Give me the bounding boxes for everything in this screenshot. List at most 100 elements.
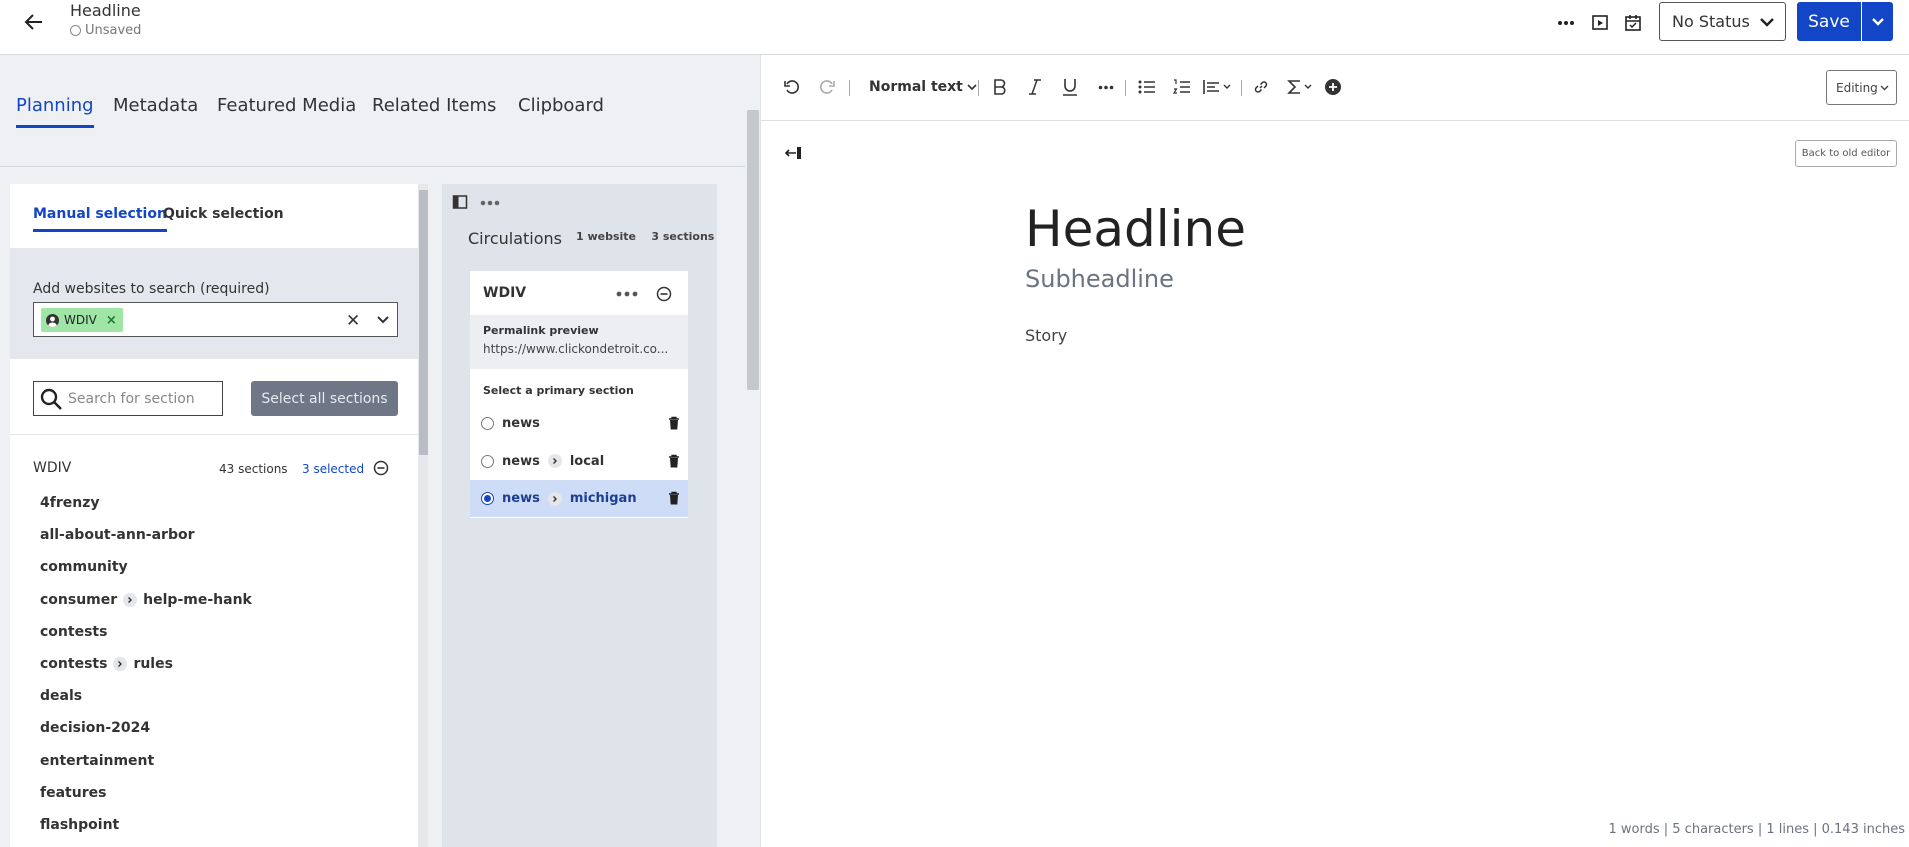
circulation-more-button[interactable] [616,291,638,297]
section-segment: community [40,559,128,576]
more-icon [616,291,638,297]
toolbar-separator [1125,80,1126,96]
section-segment: contests [40,656,108,672]
preview-button[interactable] [1588,12,1612,34]
workflow-status-select[interactable]: No Status [1659,2,1786,41]
circulations-panel: Circulations 1 website 3 sections WDIV P… [442,184,717,847]
subheadline-field[interactable]: Subheadline [1025,265,1174,293]
permalink-url: https://www.clickondetroit.co... [483,342,669,356]
sidebar-toggle-button[interactable] [452,194,468,210]
chevron-right-icon [547,454,562,468]
clear-websites-icon[interactable]: ✕ [346,311,360,331]
section-list-item[interactable]: 4frenzy [40,495,99,511]
align-button[interactable] [1201,75,1233,99]
calendar-icon [1625,15,1641,31]
chevron-down-icon [1223,84,1231,89]
insert-block-button[interactable] [1321,75,1345,99]
back-to-old-editor-button[interactable]: Back to old editor [1795,140,1897,167]
website-dropdown-toggle[interactable] [376,315,390,324]
primary-section-radio[interactable] [481,417,494,430]
more-icon [480,200,500,206]
text-style-select[interactable]: Normal text [869,75,977,99]
section-list-item[interactable]: deals [40,688,82,704]
chevron-down-icon [1880,85,1889,91]
editing-mode-value: Editing [1836,80,1878,95]
more-options-button[interactable] [1554,12,1578,34]
remove-circulation-button[interactable] [656,286,672,302]
collapse-group-button[interactable] [373,460,389,476]
trash-icon[interactable] [668,454,680,468]
divider [10,434,426,435]
tab-quick-selection[interactable]: Quick selection [163,206,284,222]
user-icon [46,313,59,327]
tab-featured-media[interactable]: Featured Media [217,95,356,116]
section-list-item[interactable]: contests rules [40,656,173,672]
schedule-button[interactable] [1621,12,1645,34]
tab-metadata[interactable]: Metadata [113,95,198,116]
section-list-item[interactable]: flashpoint [40,817,119,833]
website-input[interactable]: WDIV × ✕ [33,302,398,337]
underline-button[interactable] [1059,75,1081,99]
more-icon [1558,21,1574,25]
select-all-sections-button[interactable]: Select all sections [251,381,398,416]
section-segment: deals [40,688,83,705]
undo-button[interactable] [781,75,803,99]
bold-button[interactable] [989,75,1011,99]
headline-field[interactable]: Headline [1025,200,1246,258]
primary-section-row[interactable]: news local [470,443,688,480]
toolbar-separator [1241,80,1242,96]
save-options-button[interactable] [1862,2,1893,41]
section-segment: features [40,784,107,801]
section-list-item[interactable]: community [40,559,128,575]
preview-icon [1592,15,1608,30]
remove-chip-icon[interactable]: × [106,313,117,328]
minus-circle-icon [373,460,389,476]
primary-section-radio[interactable] [481,492,494,505]
section-segment: rules [133,656,173,672]
section-list-item[interactable]: features [40,785,106,801]
back-button[interactable] [22,10,50,34]
trash-icon[interactable] [668,491,680,505]
section-list-item[interactable]: all-about-ann-arbor [40,527,195,543]
insert-formula-button[interactable] [1283,75,1315,99]
numbered-list-button[interactable] [1170,75,1194,99]
bullet-list-button[interactable] [1135,75,1159,99]
permalink-preview: Permalink preview https://www.clickondet… [470,315,688,369]
numbered-list-icon [1173,79,1190,94]
italic-button[interactable] [1024,75,1046,99]
planning-panel: Planning Metadata Featured Media Related… [0,55,761,847]
editing-mode-select[interactable]: Editing [1826,70,1897,105]
link-button[interactable] [1249,75,1273,99]
document-stats: 1 words | 5 characters | 1 lines | 0.143… [1608,822,1906,837]
story-body[interactable]: Story [1025,326,1067,345]
website-group-name: WDIV [33,460,72,476]
primary-section-row[interactable]: news [470,405,688,442]
section-list-item[interactable]: consumer help-me-hank [40,592,252,608]
tab-related-items[interactable]: Related Items [372,95,496,116]
section-search-input[interactable]: Search for section [33,381,223,416]
circulations-more-button[interactable] [480,200,500,206]
primary-section-row[interactable]: news michigan [470,480,688,517]
collapse-panel-button[interactable] [785,145,803,161]
tab-manual-selection[interactable]: Manual selection [33,206,167,232]
chevron-down-icon [1871,17,1884,26]
trash-icon[interactable] [668,416,680,430]
tab-clipboard[interactable]: Clipboard [518,95,604,116]
section-list-item[interactable]: decision-2024 [40,720,150,736]
search-icon [40,388,62,410]
section-list-item[interactable]: entertainment [40,753,154,769]
primary-section-radio[interactable] [481,454,494,468]
website-group-selected[interactable]: 3 selected [302,462,364,476]
save-button[interactable]: Save [1797,2,1861,41]
redo-button[interactable] [816,75,838,99]
website-group-count: 43 sections [219,462,288,476]
more-formatting-button[interactable] [1095,75,1117,99]
toolbar-separator [978,80,979,96]
text-style-value: Normal text [869,79,963,95]
tab-planning[interactable]: Planning [16,95,94,128]
panel-scrollbar[interactable] [747,110,759,390]
align-icon [1203,80,1219,94]
bullet-list-icon [1138,80,1155,94]
section-list-item[interactable]: contests [40,624,107,640]
section-list-scrollbar[interactable] [419,190,428,455]
